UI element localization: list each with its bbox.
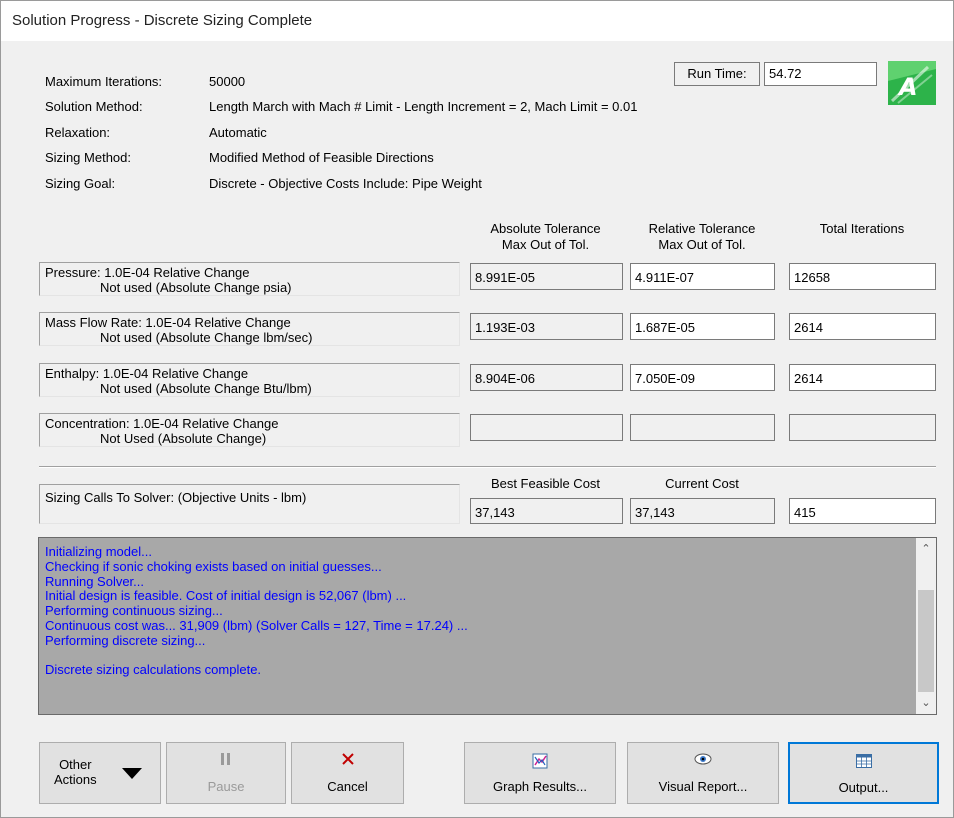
tolerance-row-label: Concentration: 1.0E-04 Relative Change No… <box>39 413 460 447</box>
visual-report-button[interactable]: Visual Report... <box>627 742 779 804</box>
log-line: Running Solver... <box>45 573 145 589</box>
log-line: Performing discrete sizing... <box>45 632 206 648</box>
solver-log[interactable]: Initializing model... Checking if sonic c… <box>38 537 937 715</box>
svg-text:A: A <box>897 73 918 101</box>
info-value: 50000 <box>209 74 246 89</box>
scroll-down-icon[interactable]: ⌄ <box>916 696 936 709</box>
tolerance-row-label: Enthalpy: 1.0E-04 Relative Change Not use… <box>39 363 460 397</box>
info-label: Sizing Goal: <box>45 176 116 191</box>
run-time-label-box: Run Time: <box>674 62 760 86</box>
iterations-field <box>789 414 936 441</box>
tolerance-row-label: Mass Flow Rate: 1.0E-04 Relative Change N… <box>39 312 460 346</box>
log-line: Checking if sonic choking exists based o… <box>45 558 382 574</box>
info-label: Solution Method: <box>45 99 143 114</box>
current-cost-field: 37,143 <box>630 498 775 524</box>
current-cost-header: Current Cost <box>665 476 739 491</box>
separator <box>39 466 936 468</box>
abs-tol-field: 8.904E-06 <box>470 364 623 391</box>
sizing-calls-label: Sizing Calls To Solver: (Objective Units… <box>45 490 307 505</box>
scroll-thumb[interactable] <box>918 590 934 692</box>
solution-progress-window: Solution Progress - Discrete Sizing Comp… <box>0 0 954 818</box>
info-value: Modified Method of Feasible Directions <box>209 150 434 165</box>
log-scrollbar[interactable]: ⌃ ⌄ <box>916 538 936 714</box>
tolerance-line1: Pressure: 1.0E-04 Relative Change <box>45 265 250 280</box>
output-button[interactable]: Output... <box>788 742 939 804</box>
rel-tol-header-line1: Relative Tolerance <box>648 221 756 236</box>
abs-tol-header: Absolute Tolerance Max Out of Tol. <box>469 221 622 253</box>
rel-tol-header-line2: Max Out of Tol. <box>658 237 746 252</box>
sizing-calls-field: 415 <box>789 498 936 524</box>
tolerance-line1: Enthalpy: 1.0E-04 Relative Change <box>45 366 249 381</box>
other-actions-button[interactable]: Other Actions <box>39 742 161 804</box>
tolerance-line2: Not Used (Absolute Change) <box>100 431 267 446</box>
pause-icon <box>167 753 285 769</box>
cancel-button[interactable]: Cancel <box>291 742 404 804</box>
abs-tol-field: 1.193E-03 <box>470 313 623 340</box>
output-label: Output... <box>838 780 889 795</box>
iterations-field: 12658 <box>789 263 936 290</box>
iterations-field: 2614 <box>789 313 936 340</box>
pause-label: Pause <box>207 779 245 794</box>
log-line: Continuous cost was... 31,909 (lbm) (Sol… <box>45 617 468 633</box>
cancel-label: Cancel <box>327 779 368 794</box>
abs-tol-field: 8.991E-05 <box>470 263 623 290</box>
rel-tol-field: 1.687E-05 <box>630 313 775 340</box>
rel-tol-field: 4.911E-07 <box>630 263 775 290</box>
other-actions-label-line2: Actions <box>54 772 97 787</box>
info-value: Discrete - Objective Costs Include: Pipe… <box>209 176 482 191</box>
window-title: Solution Progress - Discrete Sizing Comp… <box>1 1 953 41</box>
pause-button[interactable]: Pause <box>166 742 286 804</box>
tolerance-line1: Concentration: 1.0E-04 Relative Change <box>45 416 279 431</box>
info-value: Length March with Mach # Limit - Length … <box>209 99 638 114</box>
aft-logo-icon: A <box>888 61 936 105</box>
visual-report-label: Visual Report... <box>658 779 748 794</box>
log-lines: Initializing model... Checking if sonic c… <box>45 544 468 678</box>
info-label: Sizing Method: <box>45 150 131 165</box>
tolerance-line2: Not used (Absolute Change psia) <box>100 280 292 295</box>
tolerance-line1: Mass Flow Rate: 1.0E-04 Relative Change <box>45 315 291 330</box>
log-line: Performing continuous sizing... <box>45 603 223 619</box>
info-value: Automatic <box>209 125 267 140</box>
tolerance-row-label: Pressure: 1.0E-04 Relative Change Not use… <box>39 262 460 296</box>
info-label: Relaxation: <box>45 125 111 140</box>
log-line: Initializing model... <box>45 544 152 559</box>
abs-tol-header-line2: Max Out of Tol. <box>501 237 590 252</box>
other-actions-label-line1: Other <box>59 757 92 772</box>
rel-tol-header: Relative Tolerance Max Out of Tol. <box>629 221 775 253</box>
sizing-calls-box: Sizing Calls To Solver: (Objective Units… <box>39 484 460 524</box>
rel-tol-field <box>630 414 775 441</box>
info-label: Maximum Iterations: <box>45 74 163 89</box>
table-icon <box>790 754 937 770</box>
run-time-label: Run Time: <box>687 66 747 81</box>
tolerance-line2: Not used (Absolute Change Btu/lbm) <box>100 381 312 396</box>
best-cost-field: 37,143 <box>470 498 623 524</box>
triangle-down-icon <box>122 768 142 779</box>
scroll-up-icon[interactable]: ⌃ <box>916 542 936 555</box>
total-iter-header: Total Iterations <box>819 221 905 236</box>
graph-results-button[interactable]: Graph Results... <box>464 742 616 804</box>
log-line: Discrete sizing calculations complete. <box>45 662 262 678</box>
run-time-field: 54.72 <box>764 62 877 86</box>
x-icon <box>292 753 403 769</box>
best-cost-header: Best Feasible Cost <box>490 476 601 491</box>
other-actions-label: Other Actions <box>54 757 97 787</box>
log-line: Initial design is feasible. Cost of init… <box>45 588 407 604</box>
graph-icon <box>465 753 615 769</box>
abs-tol-header-line1: Absolute Tolerance <box>490 221 601 236</box>
eye-icon <box>628 753 778 769</box>
graph-results-label: Graph Results... <box>493 779 587 794</box>
iterations-field: 2614 <box>789 364 936 391</box>
abs-tol-field <box>470 414 623 441</box>
tolerance-line2: Not used (Absolute Change lbm/sec) <box>100 330 313 345</box>
rel-tol-field: 7.050E-09 <box>630 364 775 391</box>
